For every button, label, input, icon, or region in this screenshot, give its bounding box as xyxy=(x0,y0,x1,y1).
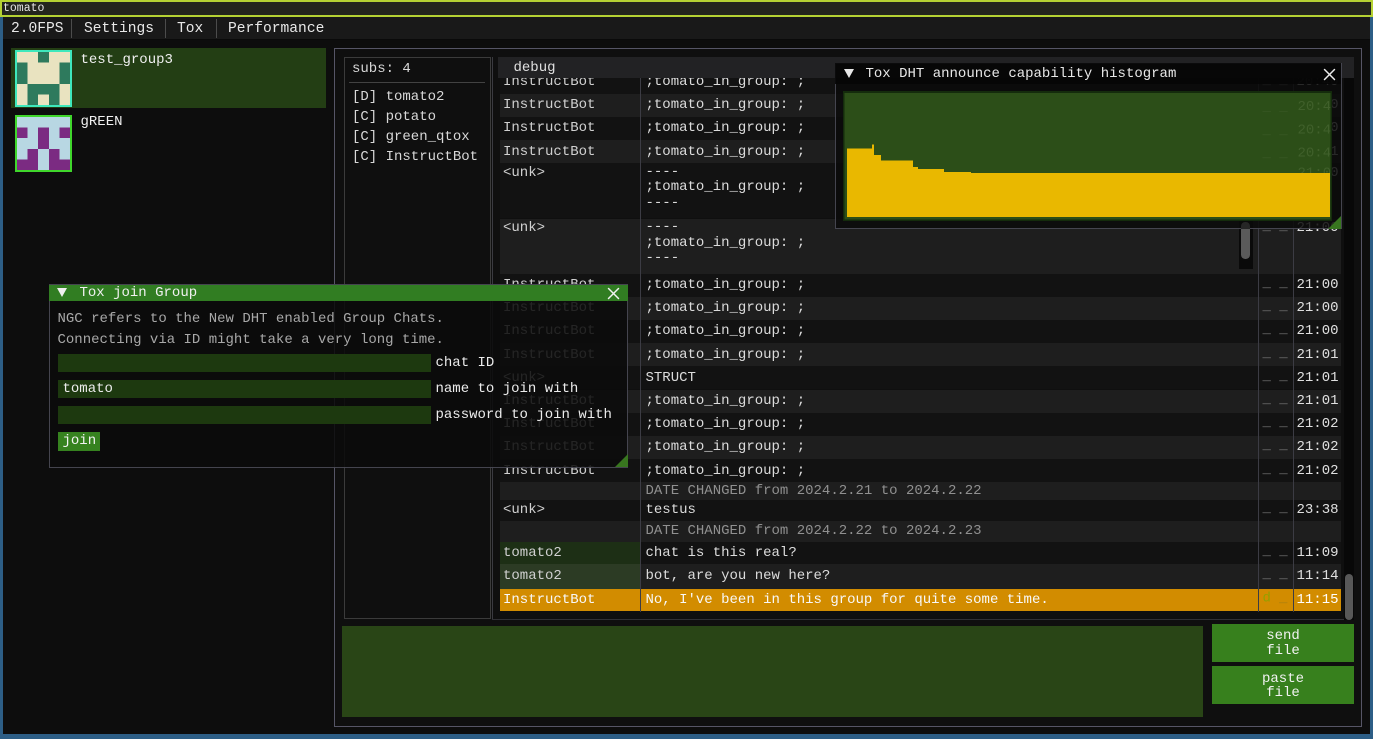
svg-text:20:40: 20:40 xyxy=(1298,122,1333,138)
svg-text:20:41: 20:41 xyxy=(1298,146,1333,162)
svg-text:_ _: _ _ xyxy=(1262,146,1289,162)
svg-text:20:40: 20:40 xyxy=(1298,99,1333,115)
svg-text:_ _: _ _ xyxy=(1262,122,1289,138)
svg-text:_ _: _ _ xyxy=(1262,99,1289,115)
